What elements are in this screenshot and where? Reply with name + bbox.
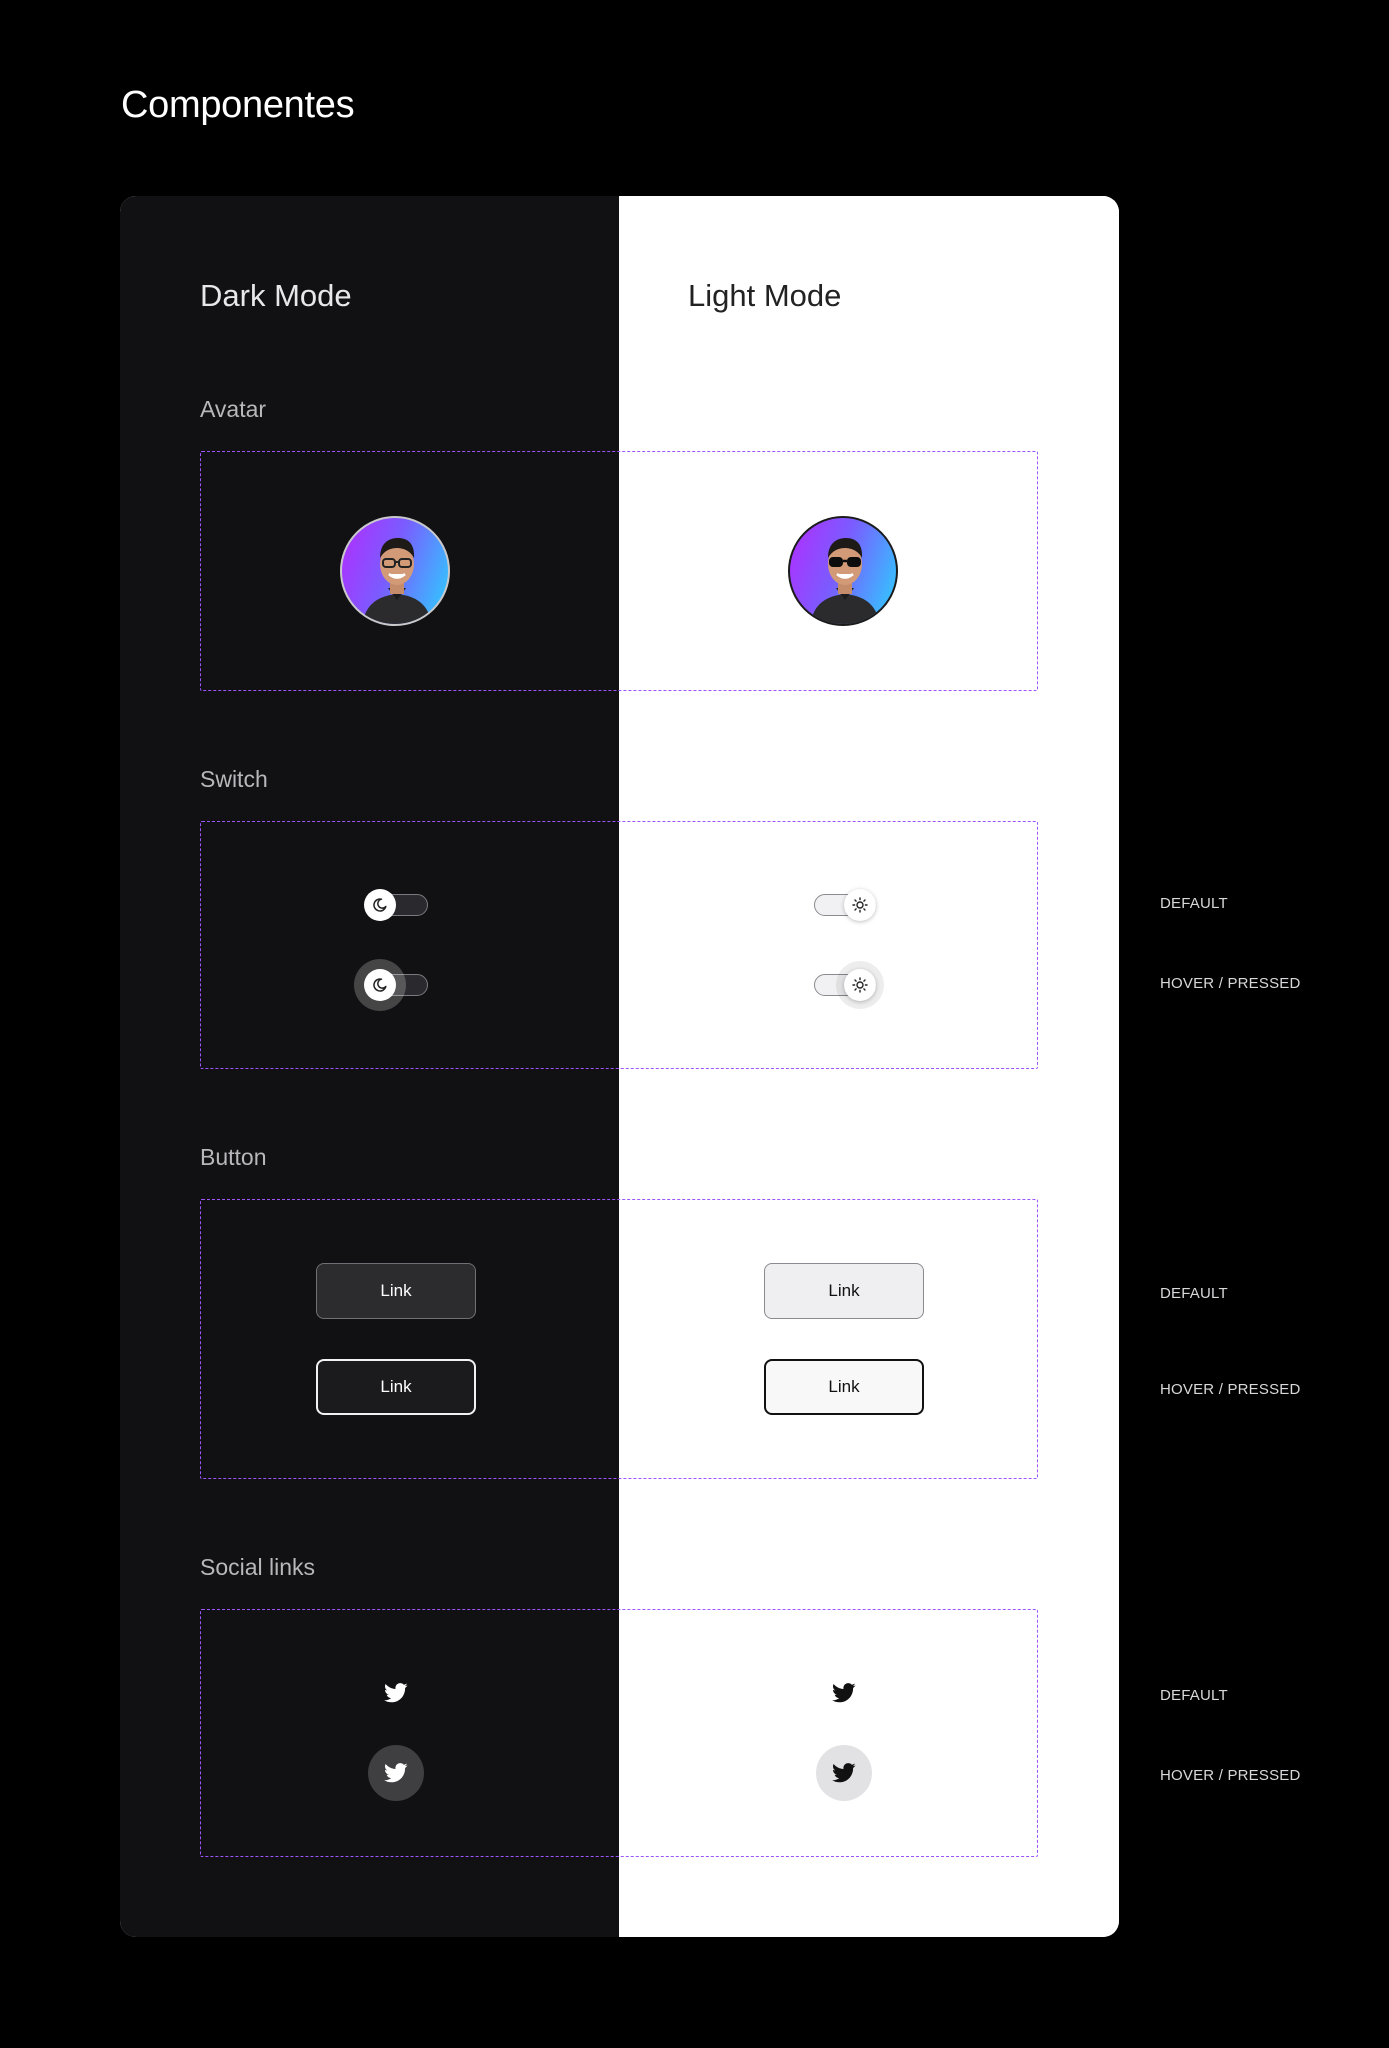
switch-knob — [844, 889, 876, 921]
avatar-dark[interactable] — [340, 516, 450, 626]
moon-icon — [373, 898, 387, 912]
state-label-switch-default: DEFAULT — [1160, 895, 1228, 912]
switch-section-label: Switch — [200, 766, 268, 792]
link-button-dark-hover[interactable]: Link — [316, 1359, 476, 1415]
button-frame — [200, 1199, 1038, 1479]
switch-knob — [844, 969, 876, 1001]
state-label-button-hover: HOVER / PRESSED — [1160, 1381, 1301, 1398]
dark-mode-title: Dark Mode — [200, 278, 352, 313]
twitter-link-light-default[interactable] — [816, 1665, 872, 1721]
switch-light-hover[interactable] — [812, 969, 876, 1001]
state-label-switch-hover: HOVER / PRESSED — [1160, 975, 1301, 992]
moon-icon — [373, 978, 387, 992]
twitter-link-dark-default[interactable] — [368, 1665, 424, 1721]
twitter-link-light-hover[interactable] — [816, 1745, 872, 1801]
switch-knob — [364, 889, 396, 921]
social-frame — [200, 1609, 1038, 1857]
link-button-light-hover[interactable]: Link — [764, 1359, 924, 1415]
twitter-icon — [384, 1763, 408, 1783]
twitter-icon — [384, 1683, 408, 1703]
components-board: Dark Mode Light Mode Avatar Switch Butto… — [120, 196, 1119, 1937]
social-section-label: Social links — [200, 1554, 316, 1580]
page-title: Componentes — [121, 84, 355, 126]
switch-frame — [200, 821, 1038, 1069]
switch-knob — [364, 969, 396, 1001]
link-button-light-default[interactable]: Link — [764, 1263, 924, 1319]
light-mode-title: Light Mode — [688, 278, 842, 313]
avatar-photo-dark — [362, 538, 432, 624]
link-button-dark-default[interactable]: Link — [316, 1263, 476, 1319]
avatar-light[interactable] — [788, 516, 898, 626]
state-label-social-hover: HOVER / PRESSED — [1160, 1767, 1301, 1784]
avatar-frame — [200, 451, 1038, 691]
state-label-social-default: DEFAULT — [1160, 1687, 1228, 1704]
switch-dark-default[interactable] — [364, 889, 428, 921]
button-section-label: Button — [200, 1144, 267, 1170]
switch-light-default[interactable] — [812, 889, 876, 921]
avatar-photo-light — [810, 538, 880, 624]
switch-dark-hover[interactable] — [364, 969, 428, 1001]
sun-icon — [852, 897, 868, 913]
sun-icon — [852, 977, 868, 993]
twitter-link-dark-hover[interactable] — [368, 1745, 424, 1801]
twitter-icon — [832, 1683, 856, 1703]
twitter-icon — [832, 1763, 856, 1783]
avatar-section-label: Avatar — [200, 396, 267, 422]
state-label-button-default: DEFAULT — [1160, 1285, 1228, 1302]
